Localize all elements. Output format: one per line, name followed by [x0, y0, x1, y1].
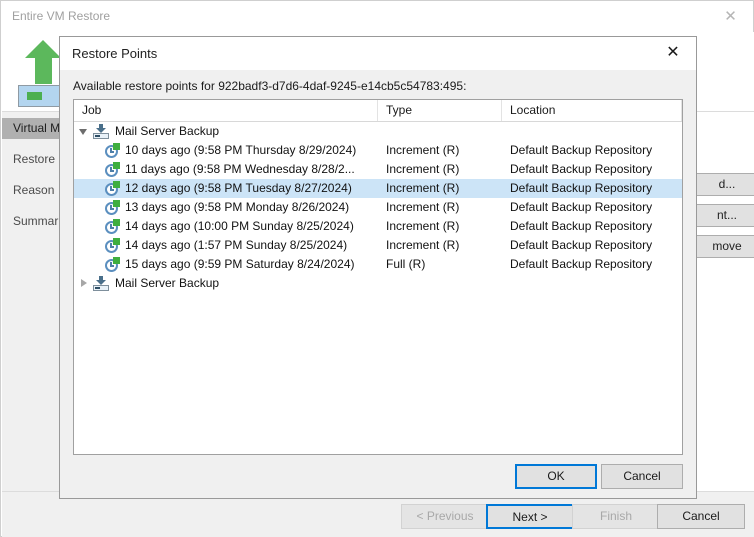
cell-job: Mail Server Backup [74, 274, 432, 293]
close-icon[interactable]: ✕ [650, 37, 696, 69]
table-row-job-group[interactable]: Mail Server Backup [74, 274, 682, 293]
triangle-right-icon[interactable] [81, 279, 87, 287]
restore-point-clock-icon [105, 143, 120, 158]
restore-point-clock-icon [105, 257, 120, 272]
restore-points-dialog: Restore Points ✕ Available restore point… [59, 36, 697, 499]
server-led [27, 92, 42, 100]
cell-location: Default Backup Repository [510, 143, 653, 157]
restore-point-clock-icon [105, 162, 120, 177]
close-icon[interactable]: ✕ [708, 1, 753, 31]
wizard-titlebar: Entire VM Restore ✕ [1, 1, 753, 32]
restore-points-list[interactable]: Job Type Location Mail Server Backup 10 … [73, 99, 683, 455]
restore-point-label: 11 days ago (9:58 PM Wednesday 8/28/2... [125, 162, 355, 176]
cell-location: Default Backup Repository [510, 238, 653, 252]
sidebar-item-summary[interactable]: Summar [2, 211, 61, 232]
table-row-job-group[interactable]: Mail Server Backup [74, 122, 682, 141]
column-header-job[interactable]: Job [74, 100, 378, 121]
restore-point-label: 14 days ago (10:00 PM Sunday 8/25/2024) [125, 219, 354, 233]
restore-point-label: 13 days ago (9:58 PM Monday 8/26/2024) [125, 200, 350, 214]
cell-location: Default Backup Repository [510, 181, 653, 195]
cell-type: Increment (R) [386, 143, 460, 157]
wizard-step-sidebar: Virtual M Restore Reason Summar [2, 112, 61, 491]
backup-job-icon [93, 124, 109, 139]
cell-location: Default Backup Repository [510, 219, 653, 233]
table-row[interactable]: 14 days ago (10:00 PM Sunday 8/25/2024) … [74, 217, 682, 236]
wizard-title: Entire VM Restore [12, 9, 111, 23]
ok-button[interactable]: OK [515, 464, 597, 489]
cell-type: Increment (R) [386, 238, 460, 252]
table-row[interactable]: 11 days ago (9:58 PM Wednesday 8/28/2...… [74, 160, 682, 179]
table-row[interactable]: 13 days ago (9:58 PM Monday 8/26/2024) I… [74, 198, 682, 217]
sidebar-item-virtual-machines[interactable]: Virtual M [2, 118, 61, 139]
list-column-headers: Job Type Location [74, 100, 682, 122]
cell-job: Mail Server Backup [74, 122, 432, 141]
restore-point-label: 14 days ago (1:57 PM Sunday 8/25/2024) [125, 238, 348, 252]
restore-point-label: 15 days ago (9:59 PM Saturday 8/24/2024) [125, 257, 355, 271]
list-rows: Mail Server Backup 10 days ago (9:58 PM … [74, 122, 682, 293]
cell-type: Increment (R) [386, 219, 460, 233]
column-header-type[interactable]: Type [378, 100, 502, 121]
column-header-location[interactable]: Location [502, 100, 682, 121]
sidebar-item-reason[interactable]: Reason [2, 180, 61, 201]
next-button[interactable]: Next > [486, 504, 574, 529]
cancel-button[interactable]: Cancel [601, 464, 683, 489]
dialog-title: Restore Points [72, 46, 158, 61]
job-name-label: Mail Server Backup [115, 124, 220, 138]
cell-location: Default Backup Repository [510, 200, 653, 214]
restore-point-clock-icon [105, 181, 120, 196]
restore-point-clock-icon [105, 238, 120, 253]
cell-location: Default Backup Repository [510, 257, 653, 271]
job-name-label: Mail Server Backup [115, 276, 220, 290]
dialog-titlebar: Restore Points ✕ [60, 37, 696, 70]
dialog-description: Available restore points for 922badf3-d7… [73, 79, 467, 93]
restore-point-label: 12 days ago (9:58 PM Tuesday 8/27/2024) [125, 181, 352, 195]
table-row[interactable]: 15 days ago (9:59 PM Saturday 8/24/2024)… [74, 255, 682, 274]
restore-point-clock-icon [105, 200, 120, 215]
restore-point-clock-icon [105, 219, 120, 234]
cell-type: Full (R) [386, 257, 426, 271]
table-row[interactable]: 10 days ago (9:58 PM Thursday 8/29/2024)… [74, 141, 682, 160]
cell-type: Increment (R) [386, 162, 460, 176]
cell-location: Default Backup Repository [510, 162, 653, 176]
table-row[interactable]: 14 days ago (1:57 PM Sunday 8/25/2024) I… [74, 236, 682, 255]
cell-type: Increment (R) [386, 181, 460, 195]
table-row-selected[interactable]: 12 days ago (9:58 PM Tuesday 8/27/2024) … [74, 179, 682, 198]
previous-button[interactable]: < Previous [401, 504, 489, 529]
cell-type: Increment (R) [386, 200, 460, 214]
cancel-button[interactable]: Cancel [657, 504, 745, 529]
sidebar-item-restore-mode[interactable]: Restore [2, 149, 61, 170]
backup-job-icon [93, 276, 109, 291]
triangle-down-icon[interactable] [79, 129, 87, 135]
restore-point-label: 10 days ago (9:58 PM Thursday 8/29/2024) [125, 143, 357, 157]
arrow-shaft [35, 54, 52, 84]
finish-button[interactable]: Finish [572, 504, 660, 529]
